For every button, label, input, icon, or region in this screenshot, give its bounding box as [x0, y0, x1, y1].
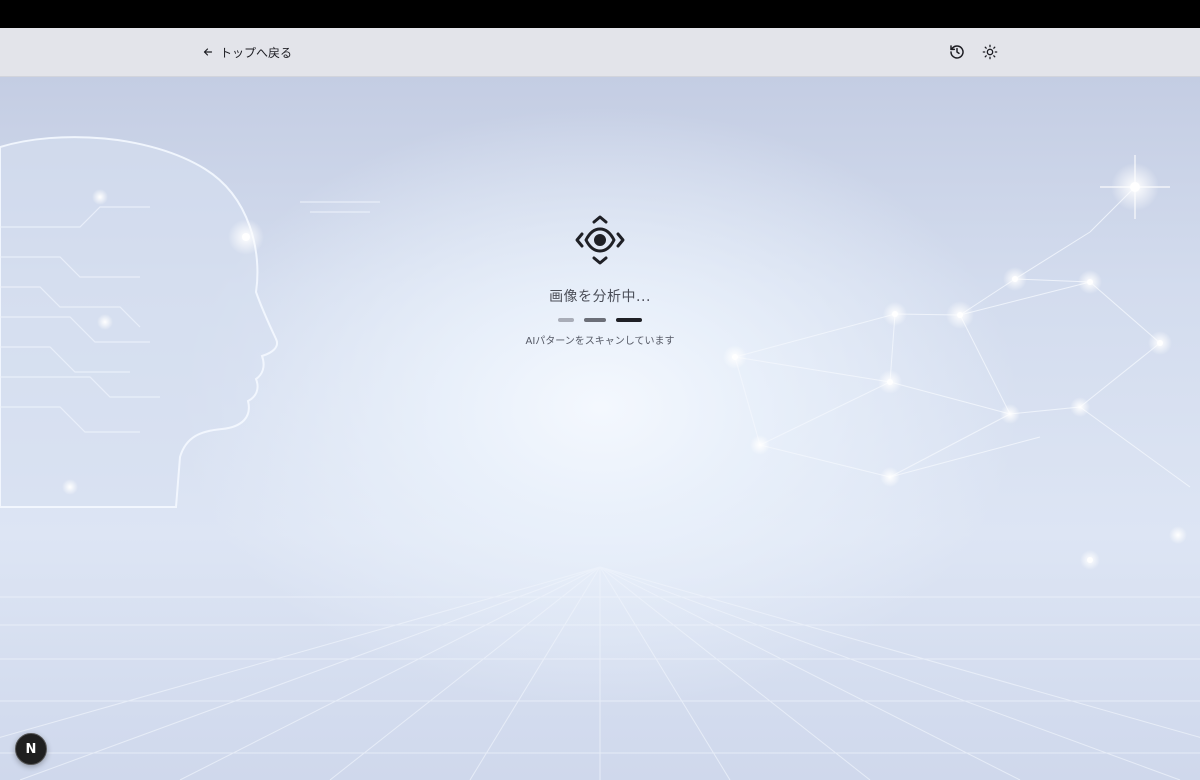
- progress-dot-3: [616, 318, 642, 322]
- ai-background-illustration: [0, 136, 1200, 780]
- analysis-status-title: 画像を分析中...: [549, 289, 651, 305]
- progress-dot-2: [584, 318, 606, 322]
- badge-letter: N: [25, 741, 37, 757]
- history-button[interactable]: [947, 42, 967, 62]
- top-navbar: トップへ戻る: [0, 28, 1200, 77]
- history-icon: [950, 45, 964, 59]
- back-to-top-link[interactable]: トップへ戻る: [202, 42, 292, 62]
- progress-dots: [558, 318, 642, 322]
- theme-toggle-button[interactable]: [980, 42, 1000, 62]
- analysis-stage: 画像を分析中... AIパターンをスキャンしています: [0, 77, 1200, 780]
- next-dev-badge[interactable]: N: [15, 733, 47, 765]
- arrow-left-icon: [203, 48, 213, 56]
- scan-eye-icon: [575, 215, 625, 265]
- progress-dot-1: [558, 318, 574, 322]
- sun-icon: [982, 44, 998, 60]
- back-link-label: トップへ戻る: [220, 45, 293, 60]
- analysis-status-panel: 画像を分析中... AIパターンをスキャンしています: [450, 212, 750, 347]
- top-black-bar: [0, 0, 1200, 28]
- analysis-status-subtitle: AIパターンをスキャンしています: [525, 336, 675, 347]
